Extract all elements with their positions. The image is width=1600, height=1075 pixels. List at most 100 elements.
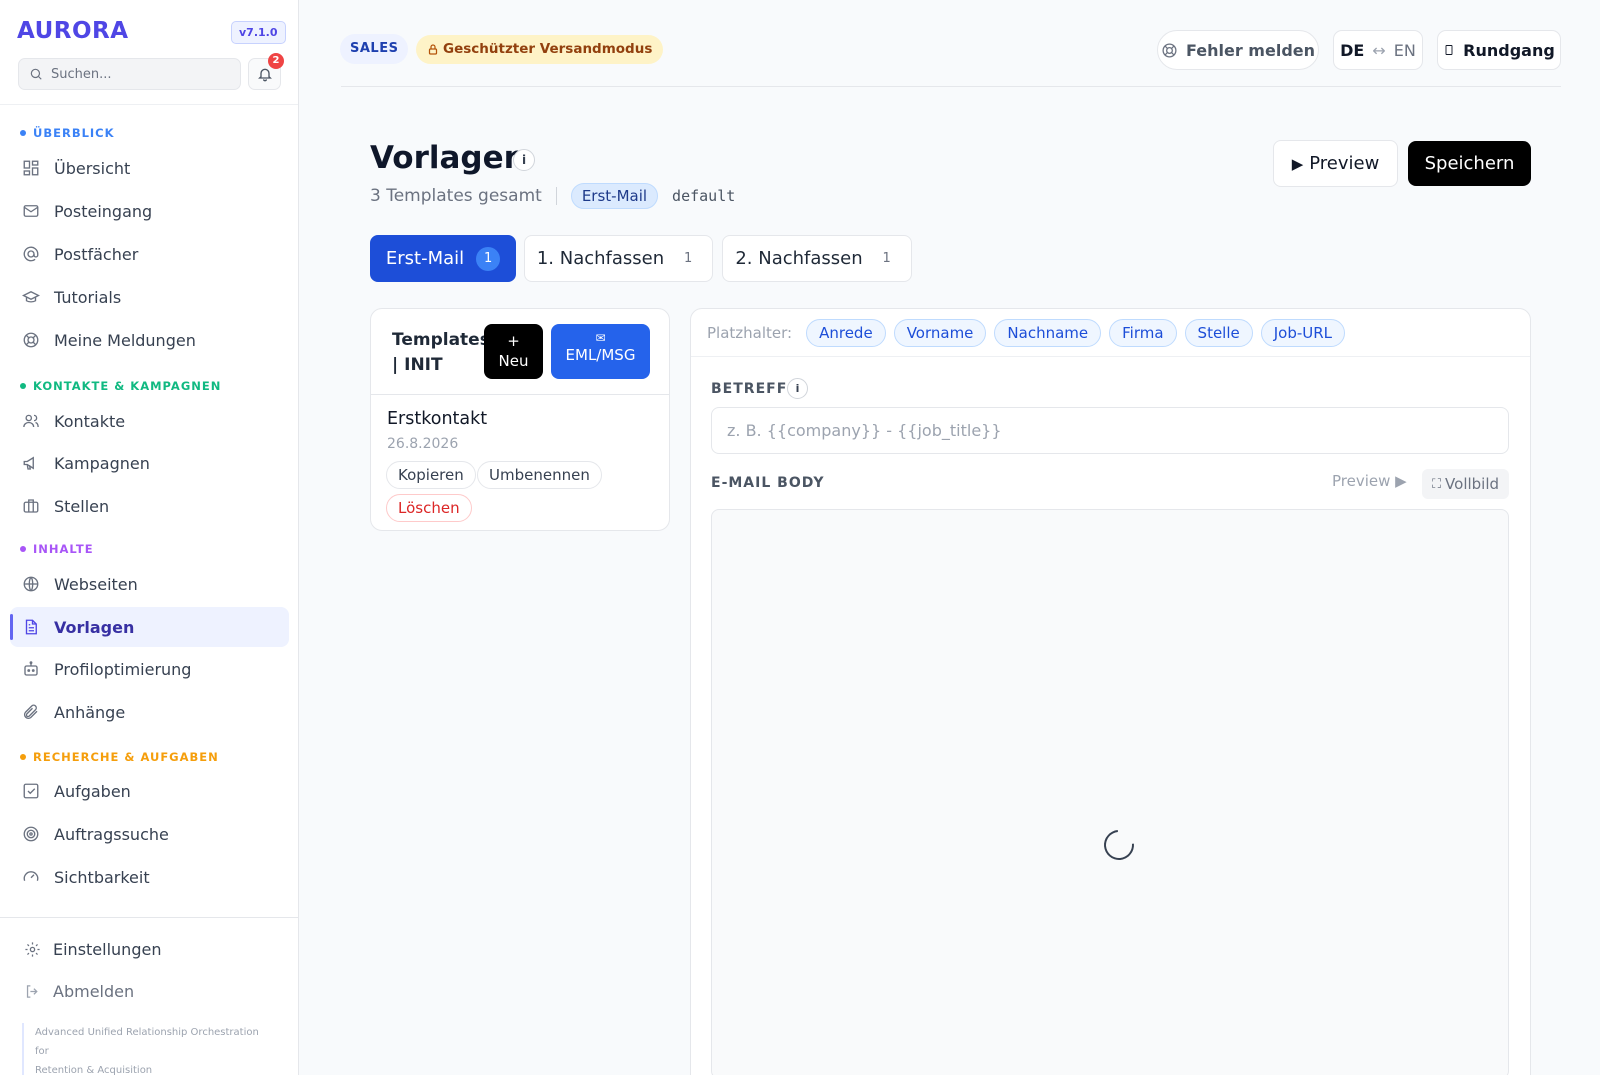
notification-count-badge: 2 bbox=[268, 53, 284, 69]
tour-button[interactable]: Rundgang bbox=[1437, 30, 1561, 70]
section-overview: ÜBERBLICK bbox=[20, 126, 115, 140]
subject-label: BETREFF bbox=[711, 381, 788, 397]
sidebar-item-anhaenge[interactable]: Anhänge bbox=[10, 692, 289, 732]
placeholder-label: Platzhalter: bbox=[707, 323, 793, 342]
tagline-line: Advanced Unified Relationship Orchestrat… bbox=[35, 1027, 259, 1057]
fullscreen-button[interactable]: ⛶ Vollbild bbox=[1422, 469, 1509, 499]
placeholder-chip-vorname[interactable]: Vorname bbox=[893, 318, 987, 347]
rename-template-button[interactable]: Umbenennen bbox=[477, 461, 602, 489]
report-bug-button[interactable]: Fehler melden bbox=[1157, 30, 1319, 70]
sidebar-item-stellen[interactable]: Stellen bbox=[10, 486, 289, 526]
settings-link[interactable]: Einstellungen bbox=[24, 931, 161, 967]
logout-link[interactable]: Abmelden bbox=[24, 973, 134, 1009]
search-input[interactable] bbox=[51, 66, 231, 82]
tab-count: 1 bbox=[684, 250, 693, 266]
notifications-button[interactable]: 2 bbox=[248, 53, 284, 90]
body-preview-link[interactable]: Preview ▶ bbox=[1332, 472, 1407, 490]
language-toggle[interactable]: DE ↔ EN bbox=[1333, 30, 1423, 70]
sidebar-item-vorlagen[interactable]: Vorlagen bbox=[10, 607, 289, 647]
lock-icon bbox=[428, 44, 438, 55]
search-icon bbox=[30, 68, 42, 80]
globe-icon bbox=[23, 576, 39, 592]
sidebar-item-kampagnen[interactable]: Kampagnen bbox=[10, 443, 289, 483]
brand-logo[interactable]: AURORA bbox=[17, 18, 129, 44]
placeholder-chip-nachname[interactable]: Nachname bbox=[994, 318, 1102, 347]
tab-label: Erst-Mail bbox=[385, 248, 465, 269]
sidebar-item-profiloptimierung[interactable]: Profiloptimierung bbox=[10, 649, 289, 689]
page-subline: 3 Templates gesamt Erst-Mail default bbox=[370, 183, 735, 209]
save-button[interactable]: Speichern bbox=[1408, 141, 1531, 186]
sidebar-item-label: Übersicht bbox=[54, 158, 131, 178]
template-list-panel: Templates | INIT + Neu ✉ EML/MSG Erstkon… bbox=[370, 308, 670, 531]
protected-mode-label: Geschützter Versandmodus bbox=[443, 41, 653, 57]
sidebar-item-meine-meldungen[interactable]: Meine Meldungen bbox=[10, 320, 289, 360]
import-eml-button[interactable]: ✉ EML/MSG bbox=[551, 324, 650, 379]
new-template-button[interactable]: + Neu bbox=[484, 324, 543, 379]
tab-erst-mail[interactable]: Erst-Mail 1 bbox=[370, 235, 516, 282]
copy-template-button[interactable]: Kopieren bbox=[386, 461, 476, 489]
tour-label: Rundgang bbox=[1463, 40, 1555, 60]
sidebar: AURORA v7.1.0 2 ÜBERBLICK Übersicht Post… bbox=[0, 0, 299, 1075]
sidebar-item-auftragssuche[interactable]: Auftragssuche bbox=[10, 814, 289, 854]
preview-label: Preview bbox=[1309, 153, 1380, 174]
sidebar-divider bbox=[0, 104, 298, 105]
placeholder-chip-stelle[interactable]: Stelle bbox=[1184, 318, 1253, 347]
subject-input[interactable] bbox=[711, 407, 1509, 454]
template-date: 26.8.2026 bbox=[387, 436, 459, 452]
logout-label: Abmelden bbox=[53, 981, 135, 1001]
tab-count: 1 bbox=[882, 250, 891, 266]
play-icon: ▶ bbox=[1291, 154, 1304, 173]
check-square-icon bbox=[23, 783, 39, 799]
sidebar-item-label: Postfächer bbox=[54, 244, 139, 264]
sidebar-search[interactable] bbox=[18, 58, 241, 90]
mail-icon bbox=[23, 205, 39, 217]
placeholder-chip-firma[interactable]: Firma bbox=[1109, 318, 1177, 347]
sidebar-item-sichtbarkeit[interactable]: Sichtbarkeit bbox=[10, 857, 289, 897]
lifebuoy-icon bbox=[1162, 42, 1177, 58]
sidebar-item-label: Auftragssuche bbox=[54, 824, 169, 844]
sidebar-item-uebersicht[interactable]: Übersicht bbox=[10, 148, 289, 188]
section-dot bbox=[20, 546, 26, 552]
sidebar-item-label: Kampagnen bbox=[54, 453, 150, 473]
fullscreen-label: Vollbild bbox=[1445, 475, 1500, 493]
topbar-divider bbox=[341, 86, 1561, 87]
sidebar-item-label: Webseiten bbox=[54, 574, 138, 594]
page-title: Vorlagen bbox=[370, 140, 526, 176]
tab-label: 2. Nachfassen bbox=[735, 248, 863, 269]
app-tagline: Advanced Unified Relationship Orchestrat… bbox=[22, 1023, 272, 1075]
section-research-tasks: RECHERCHE & AUFGABEN bbox=[20, 750, 219, 764]
info-icon[interactable]: i bbox=[513, 149, 535, 171]
logout-icon bbox=[26, 984, 38, 998]
briefcase-icon bbox=[23, 499, 39, 513]
import-label: EML/MSG bbox=[565, 346, 636, 364]
email-body-editor[interactable] bbox=[711, 509, 1509, 1075]
import-icon: ✉ bbox=[595, 331, 606, 345]
fullscreen-icon: ⛶ bbox=[1431, 476, 1442, 492]
sidebar-item-label: Meine Meldungen bbox=[54, 330, 196, 350]
bot-icon bbox=[24, 661, 38, 676]
sidebar-item-label: Sichtbarkeit bbox=[54, 867, 150, 887]
graduation-cap-icon bbox=[22, 290, 40, 303]
tab-nachfassen-1[interactable]: 1. Nachfassen 1 bbox=[524, 235, 713, 282]
tab-nachfassen-2[interactable]: 2. Nachfassen 1 bbox=[722, 235, 912, 282]
template-name[interactable]: Erstkontakt bbox=[387, 409, 487, 429]
placeholder-chip-job-url[interactable]: Job-URL bbox=[1260, 318, 1346, 347]
sidebar-item-label: Posteingang bbox=[54, 201, 153, 221]
sidebar-item-tutorials[interactable]: Tutorials bbox=[10, 277, 289, 317]
subject-info-icon[interactable]: i bbox=[787, 378, 808, 399]
megaphone-icon bbox=[23, 456, 34, 470]
file-text-icon bbox=[25, 619, 37, 635]
sidebar-item-aufgaben[interactable]: Aufgaben bbox=[10, 771, 289, 811]
sidebar-item-posteingang[interactable]: Posteingang bbox=[10, 191, 289, 231]
target-icon bbox=[23, 826, 39, 842]
paperclip-icon bbox=[24, 704, 38, 719]
role-badge: SALES bbox=[340, 34, 409, 64]
sidebar-item-kontakte[interactable]: Kontakte bbox=[10, 401, 289, 441]
swap-arrow-icon: ↔ bbox=[1372, 40, 1386, 60]
editor-panel: Platzhalter: Anrede Vorname Nachname Fir… bbox=[690, 308, 1531, 1075]
placeholder-chip-anrede[interactable]: Anrede bbox=[806, 318, 886, 347]
sidebar-item-webseiten[interactable]: Webseiten bbox=[10, 564, 289, 604]
delete-template-button[interactable]: Löschen bbox=[386, 494, 472, 522]
sidebar-item-postfaecher[interactable]: Postfächer bbox=[10, 234, 289, 274]
preview-button[interactable]: ▶ Preview bbox=[1273, 140, 1398, 187]
